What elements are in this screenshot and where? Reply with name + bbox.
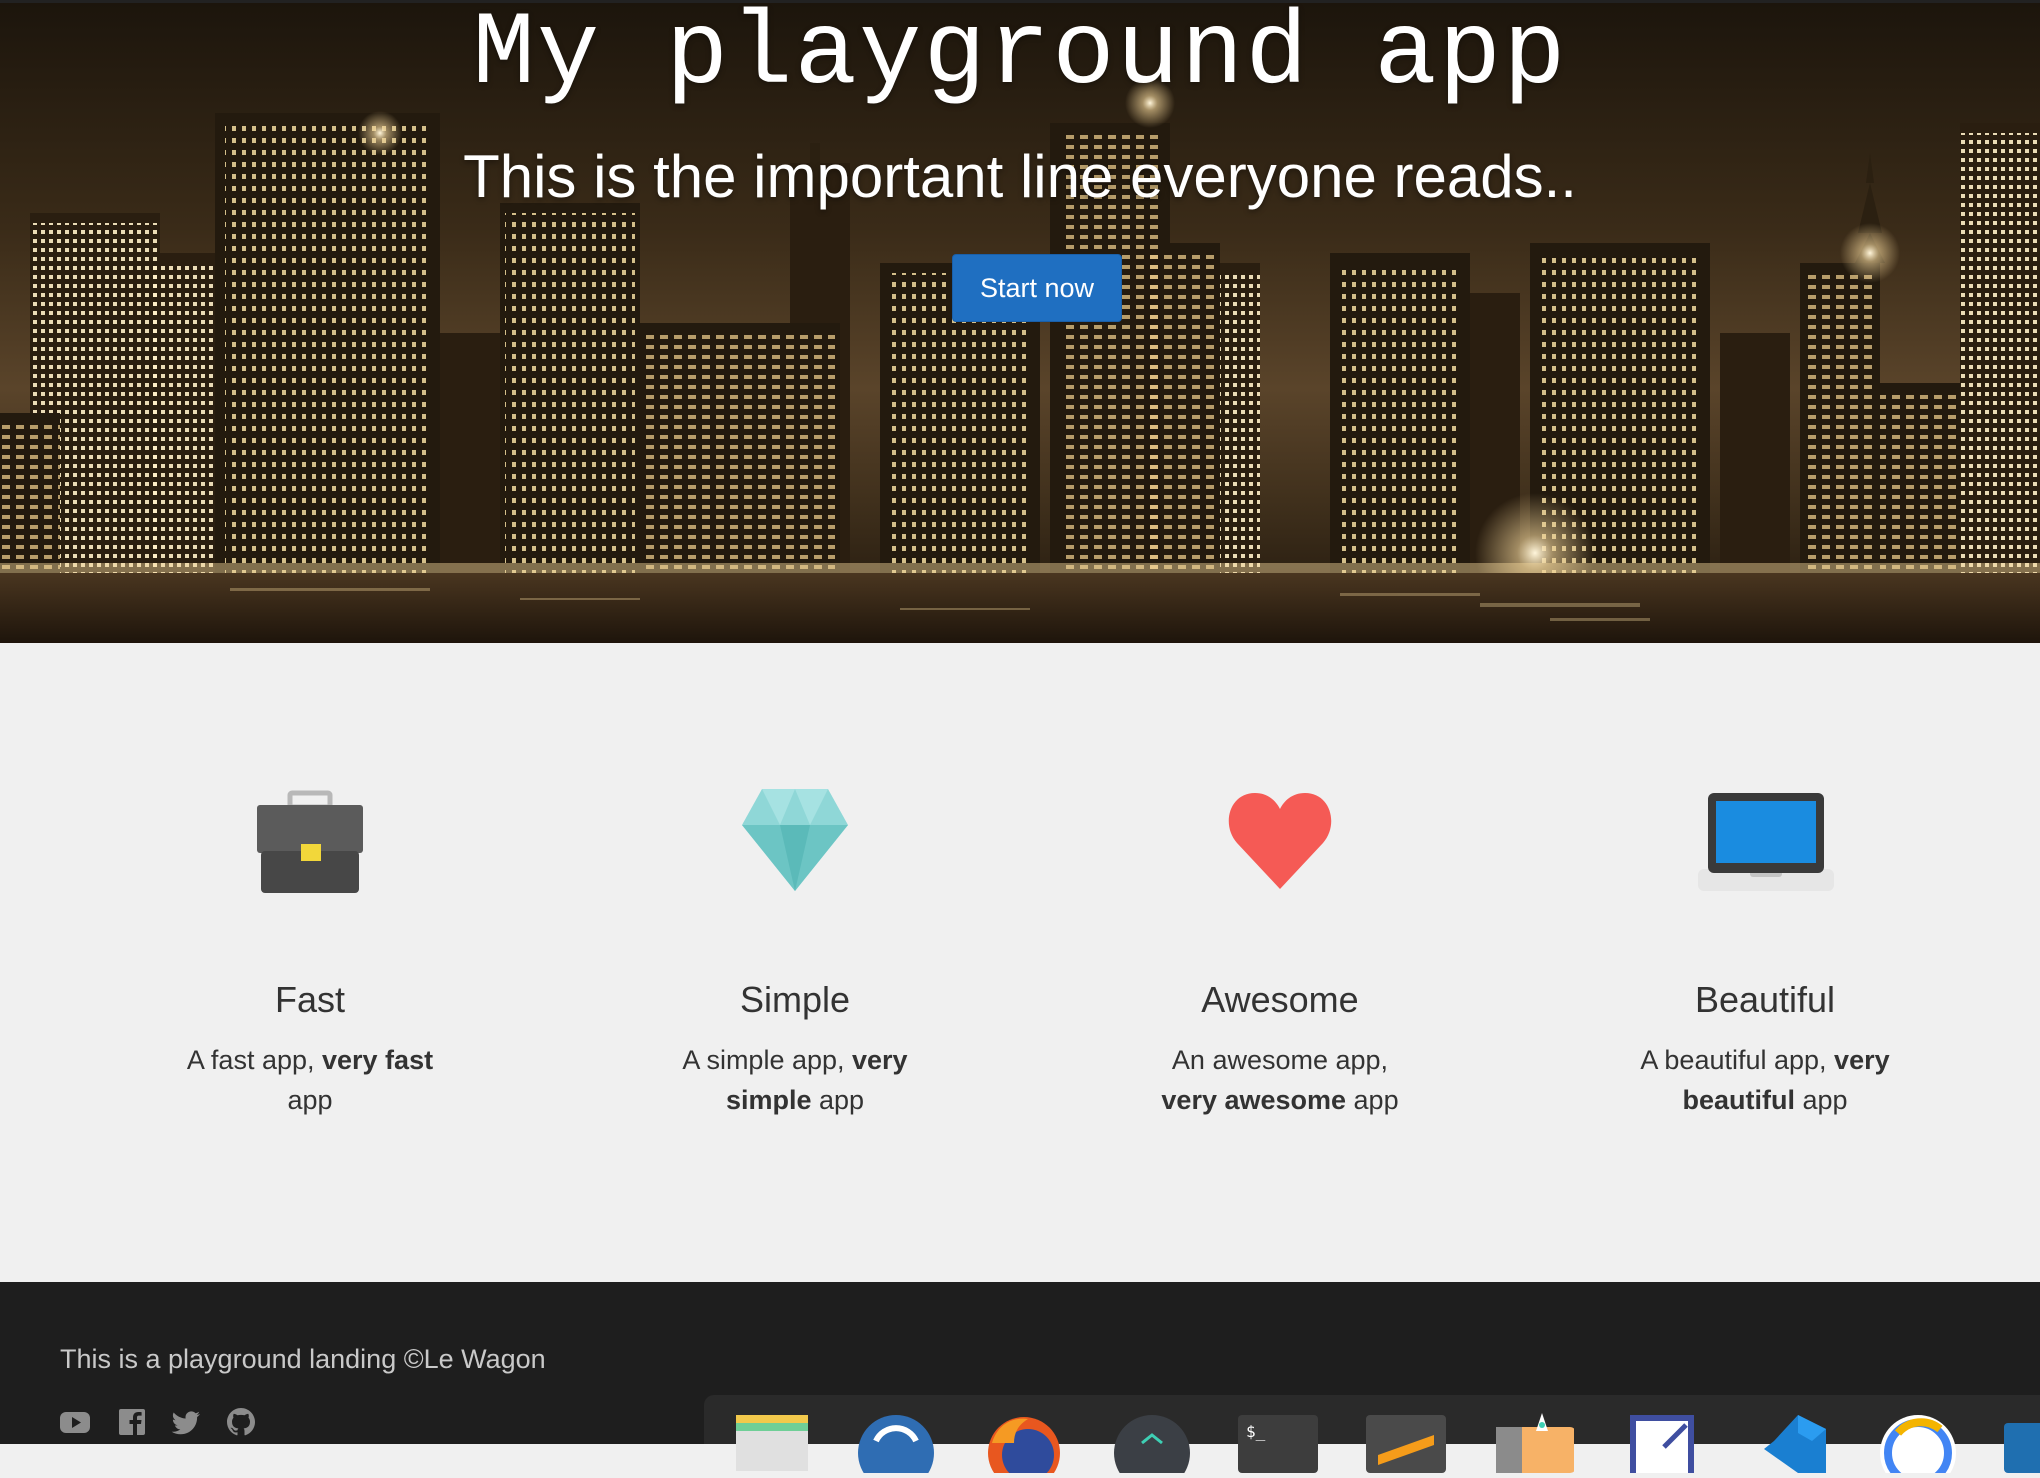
- hero-banner: My playground app This is the important …: [0, 0, 2040, 643]
- files-app-icon[interactable]: [732, 1413, 812, 1473]
- app-icon[interactable]: [2004, 1413, 2040, 1473]
- briefcase-icon: [255, 785, 365, 895]
- sublime-text-app-icon[interactable]: [1366, 1413, 1446, 1473]
- firefox-app-icon[interactable]: [984, 1413, 1064, 1478]
- feature-title: Beautiful: [1694, 979, 1836, 1020]
- hero-subtitle: This is the important line everyone read…: [463, 143, 1577, 210]
- feature-description: An awesome app, very awesome app: [1161, 1045, 1399, 1115]
- feature-description: A simple app, very simple app: [682, 1045, 908, 1115]
- youtube-icon[interactable]: [59, 1406, 91, 1438]
- browser-app-icon[interactable]: [856, 1413, 936, 1478]
- footer-copyright: This is a playground landing ©Le Wagon: [60, 1344, 546, 1374]
- terminal-app-icon[interactable]: $_: [1238, 1413, 1318, 1473]
- screenshot-app-icon[interactable]: [1628, 1413, 1708, 1473]
- heart-icon: [1225, 785, 1335, 895]
- start-now-button[interactable]: Start now: [952, 254, 1122, 322]
- launcher-app-icon[interactable]: [1494, 1413, 1576, 1473]
- facebook-icon[interactable]: [116, 1406, 148, 1438]
- feature-description: A beautiful app, very beautiful app: [1640, 1045, 1890, 1115]
- desktop-dock: $_: [704, 1395, 2040, 1478]
- laptop-icon: [1698, 785, 1834, 895]
- footer: This is a playground landing ©Le Wagon $…: [0, 1282, 2040, 1478]
- github-icon[interactable]: [225, 1406, 257, 1438]
- svg-text:$_: $_: [1246, 1422, 1266, 1441]
- vscode-app-icon[interactable]: [1750, 1413, 1830, 1473]
- feature-description: A fast app, very fast app: [186, 1045, 434, 1115]
- diamond-icon: [740, 785, 850, 895]
- feature-title: Awesome: [1201, 979, 1359, 1020]
- feature-title: Simple: [739, 979, 851, 1020]
- hero-title: My playground app: [472, 0, 1568, 114]
- feature-title: Fast: [274, 979, 345, 1020]
- chrome-app-icon[interactable]: [1878, 1413, 1958, 1478]
- features-section: Fast A fast app, very fast app Simple A …: [0, 643, 2040, 1282]
- twitter-icon[interactable]: [170, 1406, 202, 1438]
- dev-tool-app-icon[interactable]: [1112, 1413, 1192, 1478]
